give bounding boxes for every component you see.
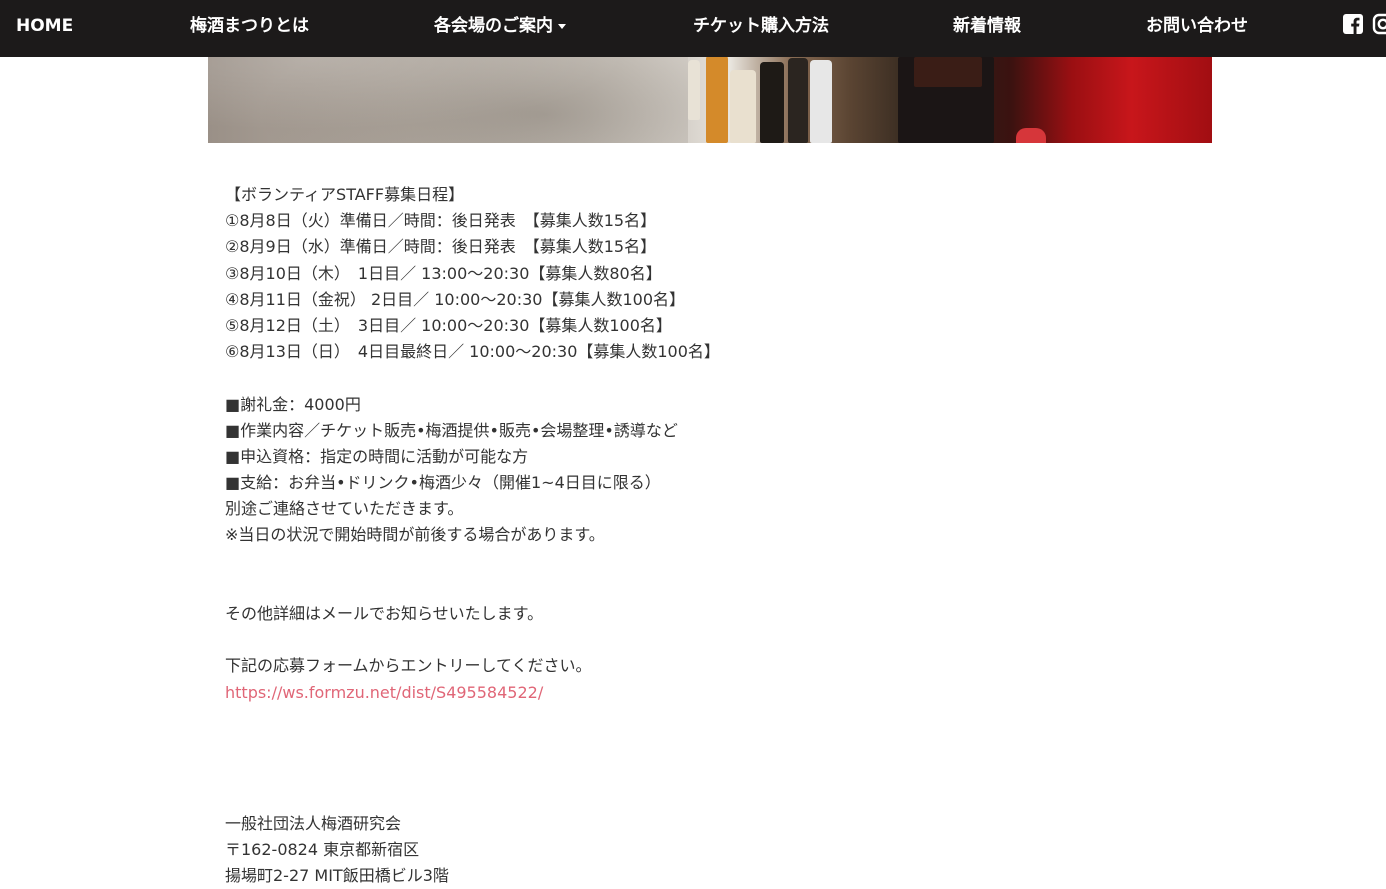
- hero-bottle: [706, 55, 728, 143]
- detail-provided: ■支給：お弁当•ドリンク•梅酒少々（開催1~4日目に限る）: [225, 473, 661, 493]
- detail-eligibility: ■申込資格：指定の時間に活動が可能な方: [225, 446, 529, 466]
- schedule-row: ⑥8月13日（日） 4日目最終日／ 10:00〜20:30【募集人数100名】: [225, 342, 720, 362]
- hero-bottle: [760, 62, 784, 143]
- schedule-row: ④8月11日（金祝） 2日目／ 10:00〜20:30【募集人数100名】: [225, 289, 685, 309]
- schedule-row: ②8月9日（水）準備日／時間：後日発表 【募集人数15名】: [225, 237, 657, 257]
- entry-form-link[interactable]: https://ws.formzu.net/dist/S495584522/: [225, 683, 543, 702]
- nav-home[interactable]: HOME: [16, 0, 73, 52]
- nav-venues-dropdown[interactable]: 各会場のご案内: [434, 0, 566, 52]
- form-note: 下記の応募フォームからエントリーしてください。: [225, 656, 592, 676]
- detail-contact-note: 別途ご連絡させていただきます。: [225, 499, 464, 519]
- main-content: 【ボランティアSTAFF募集日程】 ①8月8日（火）準備日／時間：後日発表 【募…: [225, 182, 985, 889]
- schedule-row: ⑤8月12日（土） 3日目／ 10:00〜20:30【募集人数100名】: [225, 315, 672, 335]
- nav-tickets[interactable]: チケット購入方法: [693, 0, 829, 52]
- detail-time-note: ※当日の状況で開始時間が前後する場合があります。: [225, 525, 605, 545]
- nav-about[interactable]: 梅酒まつりとは: [190, 0, 309, 52]
- hero-bottle: [688, 60, 700, 120]
- schedule-row: ①8月8日（火）準備日／時間：後日発表 【募集人数15名】: [225, 211, 657, 231]
- hero-bottle: [810, 60, 832, 143]
- top-navigation: HOME 梅酒まつりとは 各会場のご案内 チケット購入方法 新着情報 お問い合わ…: [0, 0, 1386, 57]
- org-street-address: 揚場町2-27 MIT飯田橋ビル3階: [225, 865, 449, 885]
- nav-news[interactable]: 新着情報: [953, 0, 1021, 52]
- hero-bottle: [788, 58, 808, 143]
- schedule-row: ③8月10日（木） 1日目／ 13:00〜20:30【募集人数80名】: [225, 263, 662, 283]
- nav-venues-label: 各会場のご案内: [434, 16, 553, 36]
- hero-bottle: [730, 70, 756, 143]
- instagram-icon[interactable]: [1372, 13, 1386, 35]
- detail-work: ■作業内容／チケット販売•梅酒提供•販売•会場整理•誘導など: [225, 420, 678, 440]
- org-postal-address: 〒162-0824 東京都新宿区: [225, 839, 420, 859]
- hero-box: [914, 57, 982, 87]
- mail-note: その他詳細はメールでお知らせいたします。: [225, 604, 544, 623]
- schedule-heading: 【ボランティアSTAFF募集日程】: [225, 185, 465, 204]
- hero-red-object: [1016, 128, 1046, 143]
- detail-reward: ■謝礼金：4000円: [225, 394, 361, 414]
- nav-contact[interactable]: お問い合わせ: [1146, 0, 1248, 52]
- org-name: 一般社団法人梅酒研究会: [225, 813, 402, 833]
- facebook-icon[interactable]: [1342, 13, 1364, 35]
- chevron-down-icon: [558, 23, 566, 29]
